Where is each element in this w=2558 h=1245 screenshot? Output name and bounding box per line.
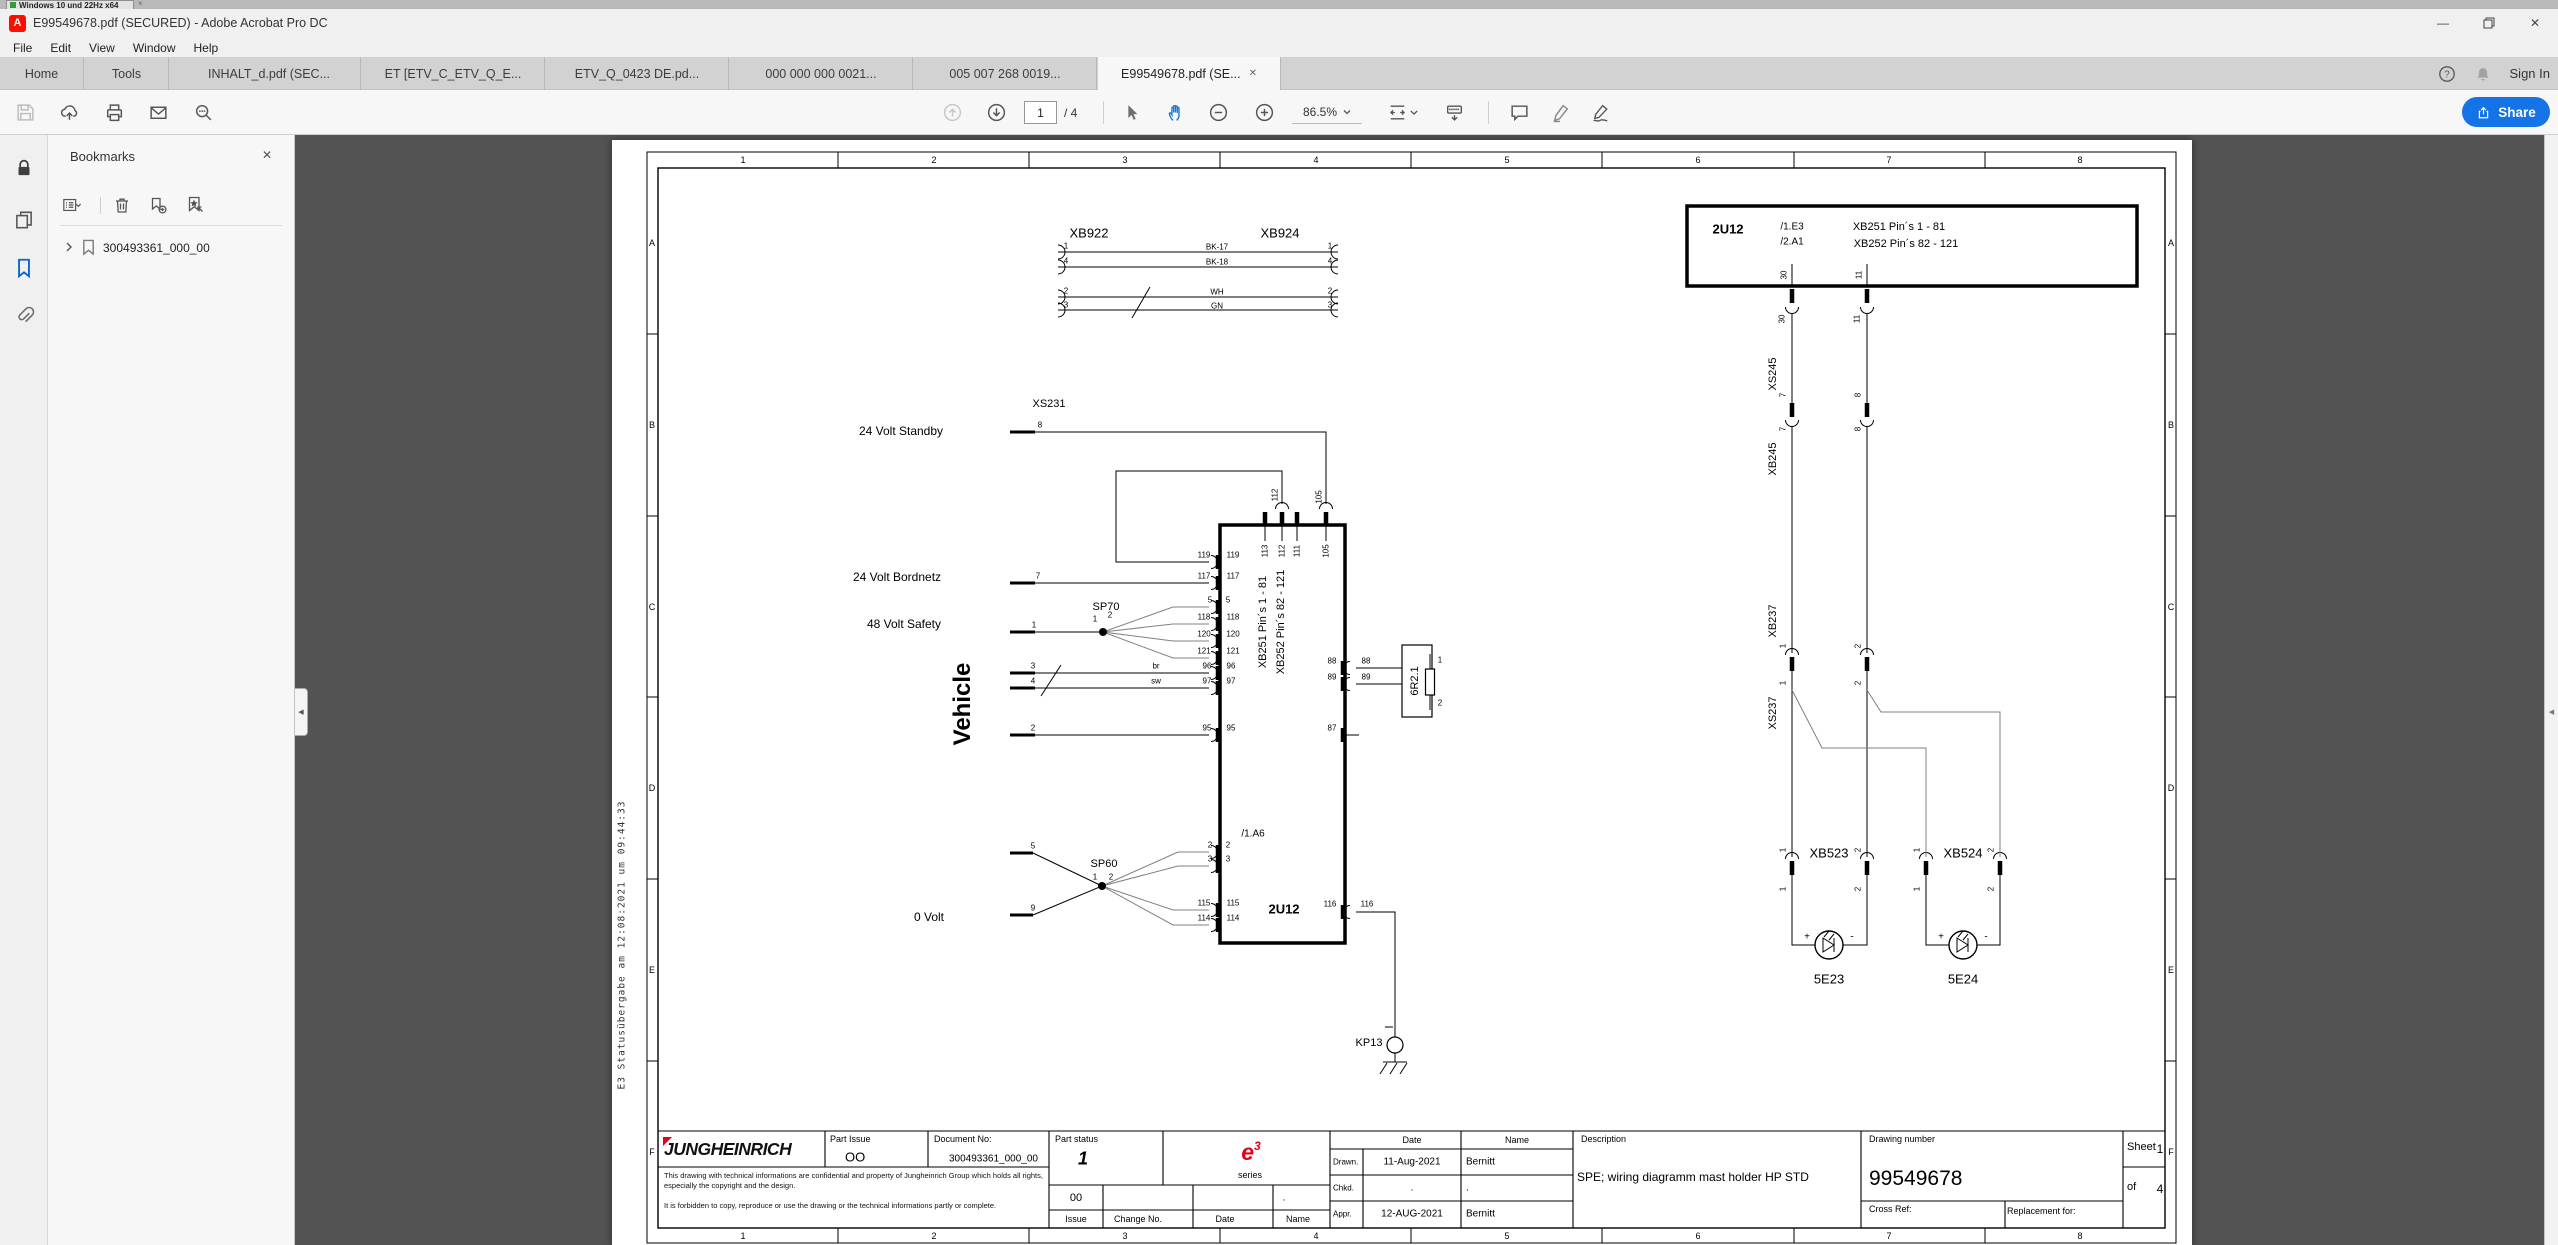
zoom-level-value: 86.5% bbox=[1303, 105, 1337, 119]
tab-home[interactable]: Home bbox=[0, 57, 84, 90]
menu-window[interactable]: Window bbox=[124, 41, 185, 55]
drawing-sheet: 1234567812345678ABCDEFABCDEFXB922XB92411… bbox=[633, 147, 2190, 1244]
acrobat-app-icon: A bbox=[9, 15, 26, 32]
tab-close-icon[interactable]: ✕ bbox=[1249, 68, 1257, 79]
comment-icon[interactable] bbox=[1509, 102, 1530, 123]
splice-sp60 bbox=[1098, 882, 1106, 890]
document-canvas[interactable]: E3 Statusübergabe am 12:08:2021 um 09:44… bbox=[295, 135, 2544, 1245]
schematic-lines bbox=[633, 147, 2190, 1244]
toolbar-divider bbox=[1488, 101, 1489, 124]
page-total-label: / 4 bbox=[1064, 106, 1077, 120]
tab-doc-active-label: E99549678.pdf (SE... bbox=[1121, 67, 1241, 81]
panel-collapse-arrow-right[interactable]: ◀ bbox=[2545, 688, 2558, 736]
disclaimer-text-1: This drawing with technical informations… bbox=[664, 1171, 1044, 1191]
zoom-in-icon[interactable] bbox=[1254, 102, 1275, 123]
bookmarks-panel: Bookmarks ✕ 300493361_000_00 bbox=[48, 135, 295, 1245]
main-area: Bookmarks ✕ 300493361_000_00 E3 Statusüb… bbox=[0, 135, 2558, 1245]
delete-bookmark-icon[interactable] bbox=[112, 195, 132, 215]
tab-doc-3[interactable]: ETV_Q_0423 DE.pd... bbox=[546, 57, 729, 90]
tab-doc-1[interactable]: INHALT_d.pdf (SEC... bbox=[178, 57, 361, 90]
vm-host-strip: Windows 10 und 22Hz x64 × bbox=[0, 0, 2558, 9]
svg-text:?: ? bbox=[2444, 69, 2450, 80]
attachments-paperclip-icon[interactable] bbox=[13, 303, 35, 325]
tab-doc-5[interactable]: 005 007 268 0019... bbox=[914, 57, 1097, 90]
bookmark-options-icon[interactable] bbox=[62, 195, 82, 215]
highlight-icon[interactable] bbox=[1550, 102, 1571, 123]
select-tool-icon[interactable] bbox=[1121, 102, 1142, 123]
right-tools-strip[interactable]: ◀ bbox=[2544, 135, 2558, 1245]
share-button-label: Share bbox=[2498, 105, 2536, 120]
zoom-level-dropdown[interactable]: 86.5% bbox=[1292, 101, 1362, 124]
email-icon[interactable] bbox=[148, 102, 169, 123]
titlebar: A E99549678.pdf (SECURED) - Adobe Acroba… bbox=[0, 9, 2558, 38]
upload-cloud-icon[interactable] bbox=[59, 102, 80, 123]
minimize-button[interactable]: — bbox=[2420, 9, 2466, 38]
toolbar: / 4 86.5% Share bbox=[0, 90, 2558, 135]
bookmark-icon bbox=[81, 239, 96, 256]
save-icon bbox=[15, 102, 36, 123]
disclaimer-text-2: It is forbidden to copy, reproduce or us… bbox=[664, 1201, 1044, 1211]
menu-file[interactable]: File bbox=[4, 41, 41, 55]
chevron-down-icon[interactable] bbox=[1409, 102, 1419, 123]
menu-help[interactable]: Help bbox=[185, 41, 228, 55]
panel-separator bbox=[60, 225, 282, 226]
panel-toolbar-divider bbox=[100, 197, 101, 214]
sign-in-button[interactable]: Sign In bbox=[2510, 66, 2550, 81]
jungheinrich-logo: JUNGHEINRICH bbox=[664, 1139, 791, 1160]
tab-doc-active[interactable]: E99549678.pdf (SE... ✕ bbox=[1098, 57, 1281, 90]
vm-icon bbox=[10, 2, 16, 8]
chevron-down-icon bbox=[1343, 109, 1351, 115]
tab-doc-2[interactable]: ET [ETV_C_ETV_Q_E... bbox=[362, 57, 545, 90]
page-thumbnails-icon[interactable] bbox=[13, 209, 35, 231]
previous-page-icon bbox=[942, 102, 963, 123]
tab-tools[interactable]: Tools bbox=[85, 57, 169, 90]
splice-sp70 bbox=[1099, 628, 1107, 636]
restore-button[interactable] bbox=[2466, 9, 2512, 38]
security-lock-icon[interactable] bbox=[13, 157, 35, 179]
panel-close-icon[interactable]: ✕ bbox=[262, 148, 272, 162]
page-number-input[interactable] bbox=[1024, 101, 1057, 124]
vm-tab-close-icon[interactable]: × bbox=[138, 0, 143, 8]
tabbar: Home Tools INHALT_d.pdf (SEC... ET [ETV_… bbox=[0, 57, 2558, 90]
hand-tool-icon[interactable] bbox=[1165, 102, 1186, 123]
menu-edit[interactable]: Edit bbox=[41, 41, 80, 55]
bookmarks-panel-icon[interactable] bbox=[13, 257, 35, 279]
fit-width-icon[interactable] bbox=[1387, 102, 1408, 123]
bookmark-item[interactable]: 300493361_000_00 bbox=[58, 238, 286, 260]
vm-tab-title: Windows 10 und 22Hz x64 bbox=[19, 1, 119, 9]
tab-doc-4[interactable]: 000 000 000 0021... bbox=[730, 57, 913, 90]
bookmarks-panel-title: Bookmarks bbox=[70, 149, 135, 164]
page-display-icon[interactable] bbox=[1444, 102, 1465, 123]
share-icon bbox=[2476, 105, 2491, 120]
vm-tab[interactable]: Windows 10 und 22Hz x64 bbox=[6, 0, 134, 9]
menubar: File Edit View Window Help bbox=[0, 38, 2558, 57]
next-page-icon[interactable] bbox=[986, 102, 1007, 123]
sign-icon[interactable] bbox=[1590, 102, 1611, 123]
print-icon[interactable] bbox=[104, 102, 125, 123]
chevron-right-icon[interactable] bbox=[63, 241, 75, 253]
zoom-out-icon[interactable] bbox=[1208, 102, 1229, 123]
e3-series-logo: e3 bbox=[1233, 1139, 1269, 1165]
share-button[interactable]: Share bbox=[2462, 97, 2550, 127]
toolbar-divider bbox=[1103, 101, 1104, 124]
pdf-page[interactable]: E3 Statusübergabe am 12:08:2021 um 09:44… bbox=[612, 140, 2192, 1245]
window-title: E99549678.pdf (SECURED) - Adobe Acrobat … bbox=[33, 16, 328, 30]
menu-view[interactable]: View bbox=[80, 41, 124, 55]
help-icon[interactable]: ? bbox=[2438, 65, 2456, 83]
search-icon[interactable] bbox=[193, 102, 214, 123]
expand-current-bookmark-icon[interactable] bbox=[185, 195, 205, 215]
new-bookmark-icon[interactable] bbox=[148, 195, 168, 215]
notifications-bell-icon[interactable] bbox=[2474, 65, 2492, 83]
left-rail bbox=[0, 135, 48, 1245]
close-button[interactable]: ✕ bbox=[2512, 9, 2558, 38]
panel-collapse-arrow-left[interactable]: ◀ bbox=[295, 688, 308, 736]
bookmark-item-label: 300493361_000_00 bbox=[103, 241, 210, 255]
